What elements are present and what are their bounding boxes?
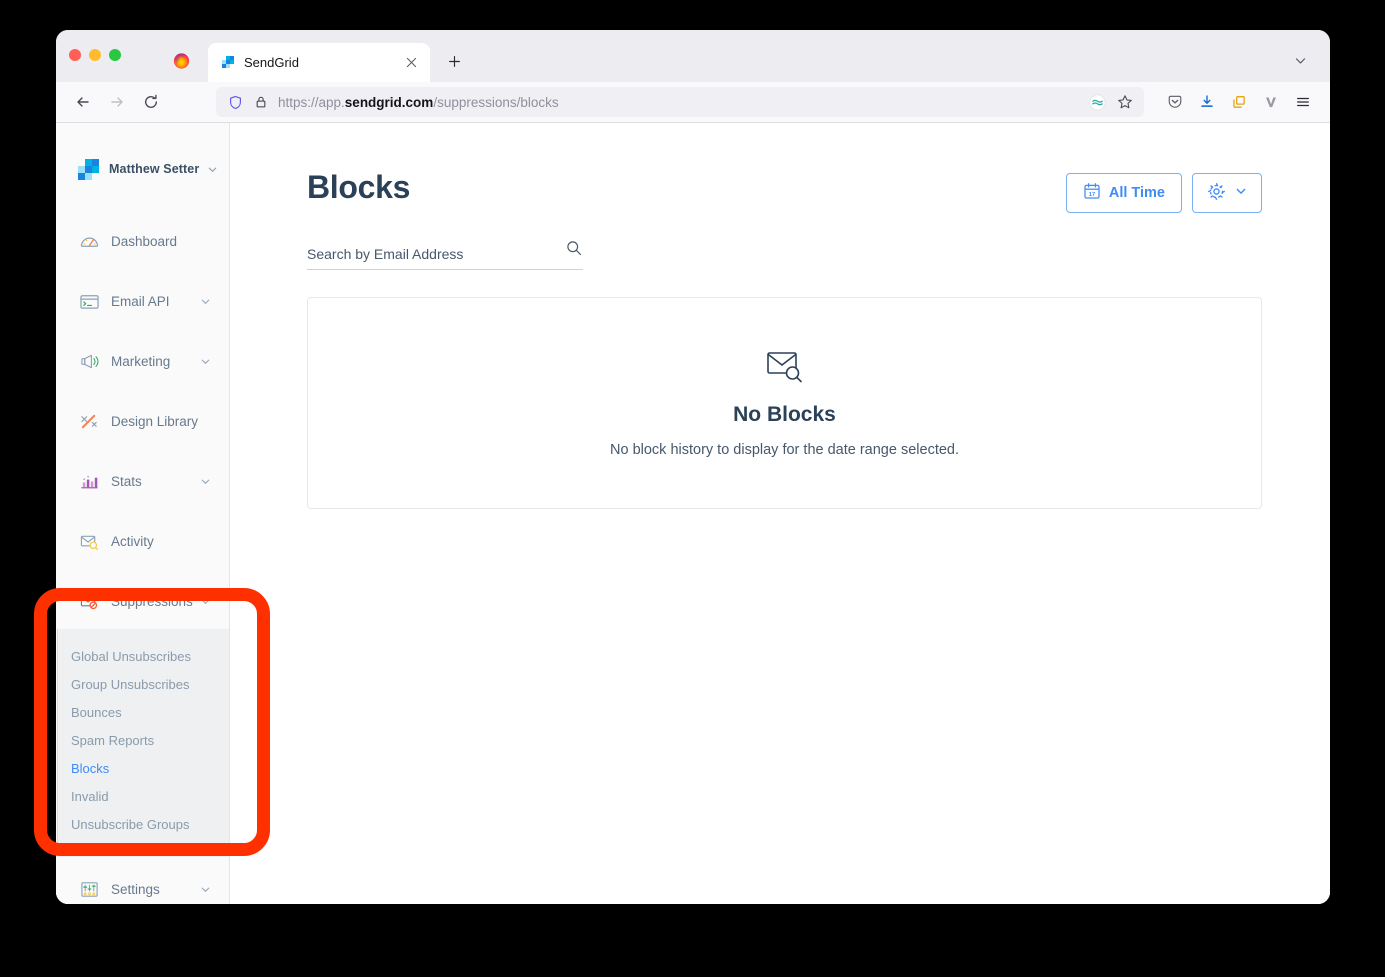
gear-icon <box>1207 182 1226 205</box>
submenu-item-global-unsubscribes[interactable]: Global Unsubscribes <box>58 643 229 671</box>
chevron-down-icon[interactable] <box>200 476 211 487</box>
sidebar-item-dashboard[interactable]: Dashboard <box>56 227 229 255</box>
sidebar-item-label: Settings <box>111 881 160 897</box>
close-icon[interactable] <box>402 54 420 72</box>
sidebar: Matthew Setter Dashboard Email API Marke… <box>56 123 230 904</box>
submenu-item-invalid[interactable]: Invalid <box>58 783 229 811</box>
url-path: /suppressions/blocks <box>433 94 559 110</box>
padlock-icon[interactable] <box>248 91 274 113</box>
firefox-logo-icon <box>172 51 191 70</box>
url-bar[interactable]: https://app.sendgrid.com/suppressions/bl… <box>216 87 1144 117</box>
date-range-button[interactable]: 17 All Time <box>1065 173 1182 213</box>
url-host: sendgrid.com <box>344 94 434 110</box>
extension-icon[interactable] <box>1084 89 1110 115</box>
downloads-icon[interactable] <box>1192 87 1222 117</box>
chevron-down-icon[interactable] <box>207 164 218 175</box>
account-switcher[interactable]: Matthew Setter <box>56 123 229 183</box>
sidebar-item-label: Design Library <box>111 413 199 429</box>
sidebar-item-marketing[interactable]: Marketing <box>56 347 229 375</box>
app-menu-icon[interactable] <box>1288 87 1318 117</box>
sendgrid-logo-icon <box>78 158 99 180</box>
chevron-down-icon[interactable] <box>200 884 211 895</box>
submenu-item-blocks[interactable]: Blocks <box>58 755 229 783</box>
forward-arrow-icon[interactable] <box>102 87 132 117</box>
date-range-label: All Time <box>1108 185 1165 201</box>
sidebar-item-email-api[interactable]: Email API <box>56 287 229 315</box>
back-arrow-icon[interactable] <box>68 87 98 117</box>
settings-dropdown-button[interactable] <box>1192 173 1262 213</box>
shield-icon[interactable] <box>222 91 248 113</box>
search-input[interactable]: Search by Email Address <box>307 239 583 270</box>
empty-state-card: No Blocks No block history to display fo… <box>307 297 1262 509</box>
sidebar-item-label: Stats <box>111 473 142 489</box>
url-text[interactable]: https://app.sendgrid.com/suppressions/bl… <box>274 95 1084 110</box>
empty-state-title: No Blocks <box>733 403 836 426</box>
screen: SendGrid https://app.sendgrid.com/suppre… <box>0 0 1385 977</box>
sliders-icon <box>78 879 100 899</box>
chevron-down-icon[interactable] <box>200 596 211 607</box>
search-placeholder: Search by Email Address <box>307 246 464 262</box>
sidebar-nav-list: Dashboard Email API Marketing Design Lib… <box>56 227 229 903</box>
app-body: Matthew Setter Dashboard Email API Marke… <box>56 123 1330 904</box>
submenu-item-spam-reports[interactable]: Spam Reports <box>58 727 229 755</box>
pocket-icon[interactable] <box>1160 87 1190 117</box>
url-scheme: https://app. <box>278 94 345 110</box>
suppressions-submenu: Global Unsubscribes Group Unsubscribes B… <box>57 629 229 857</box>
url-bar-actions <box>1084 89 1138 115</box>
chevron-down-icon[interactable] <box>200 296 211 307</box>
sidebar-item-suppressions[interactable]: Suppressions <box>56 587 229 615</box>
submenu-item-unsubscribe-groups[interactable]: Unsubscribe Groups <box>58 811 229 839</box>
vimium-icon[interactable] <box>1256 87 1286 117</box>
chevron-down-icon[interactable] <box>200 356 211 367</box>
account-name: Matthew Setter <box>109 162 200 176</box>
megaphone-icon <box>78 351 100 371</box>
browser-tab-strip: SendGrid <box>56 30 1330 82</box>
sendgrid-logo-icon <box>218 55 234 71</box>
window-maximize-button[interactable] <box>109 49 121 61</box>
chevron-down-icon <box>1235 185 1247 201</box>
main-content: Blocks 17 All Time Search by Email Addre… <box>230 123 1330 904</box>
sidebar-item-activity[interactable]: Activity <box>56 527 229 555</box>
star-icon[interactable] <box>1112 89 1138 115</box>
page-header: Blocks 17 All Time <box>230 123 1330 213</box>
gauge-icon <box>78 231 100 251</box>
envelope-search-icon <box>78 531 100 551</box>
submenu-item-group-unsubscribes[interactable]: Group Unsubscribes <box>58 671 229 699</box>
submenu-item-bounces[interactable]: Bounces <box>58 699 229 727</box>
new-tab-button[interactable] <box>441 48 467 74</box>
svg-text:17: 17 <box>1089 192 1095 198</box>
browser-tab-title: SendGrid <box>244 55 299 70</box>
window-close-button[interactable] <box>69 49 81 61</box>
browser-toolbar-actions <box>1160 87 1318 117</box>
reload-icon[interactable] <box>136 87 166 117</box>
sidebar-item-label: Dashboard <box>111 233 178 249</box>
search-icon[interactable] <box>565 239 583 262</box>
window-minimize-button[interactable] <box>89 49 101 61</box>
search-row: Search by Email Address <box>230 213 1330 270</box>
browser-tab-sendgrid[interactable]: SendGrid <box>208 43 430 82</box>
sidebar-item-design-library[interactable]: Design Library <box>56 407 229 435</box>
header-actions: 17 All Time <box>1065 173 1262 213</box>
sidebar-item-settings[interactable]: Settings <box>56 875 229 903</box>
empty-state-description: No block history to display for the date… <box>610 442 959 458</box>
sidebar-item-stats[interactable]: Stats <box>56 467 229 495</box>
sidebar-item-label: Marketing <box>111 353 171 369</box>
window-traffic-lights <box>69 49 121 61</box>
sidebar-item-label: Activity <box>111 533 154 549</box>
container-tabs-icon[interactable] <box>1224 87 1254 117</box>
calendar-icon: 17 <box>1083 182 1101 204</box>
page-title: Blocks <box>307 169 411 205</box>
pencil-ruler-icon <box>78 411 100 431</box>
terminal-icon <box>78 291 100 311</box>
list-all-tabs-button[interactable] <box>1286 47 1314 73</box>
browser-nav-bar: https://app.sendgrid.com/suppressions/bl… <box>56 82 1330 123</box>
sidebar-item-label: Suppressions <box>111 593 193 609</box>
browser-window: SendGrid https://app.sendgrid.com/suppre… <box>56 30 1330 904</box>
envelope-blocked-icon <box>78 591 100 611</box>
bar-chart-icon <box>78 471 100 491</box>
sidebar-item-label: Email API <box>111 293 170 309</box>
envelope-search-icon <box>765 348 805 389</box>
